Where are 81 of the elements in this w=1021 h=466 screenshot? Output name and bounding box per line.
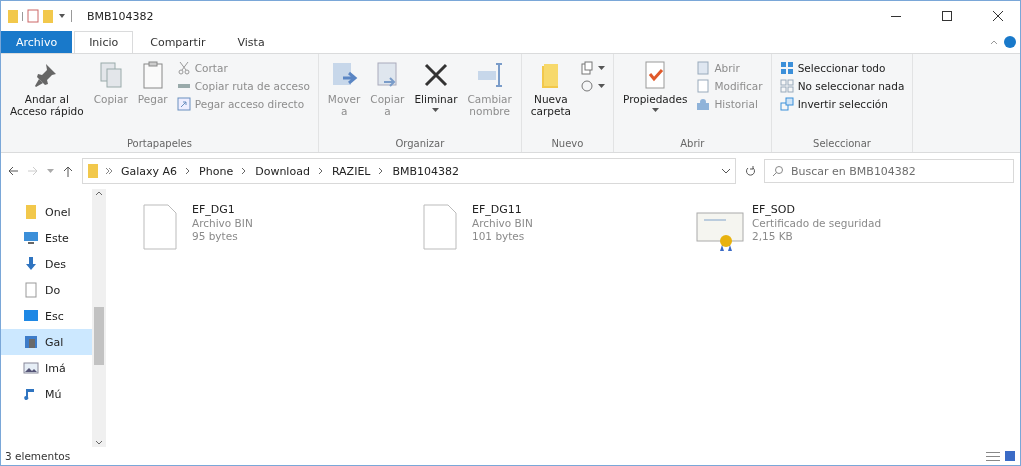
file-type: Archivo BIN	[472, 217, 533, 229]
forward-icon	[27, 165, 39, 177]
folder-icon	[23, 204, 39, 220]
caret-icon	[47, 169, 54, 173]
file-menu-button[interactable]: Archivo	[1, 31, 73, 53]
help-icon	[1004, 36, 1016, 48]
ribbon-icon-button[interactable]	[578, 78, 607, 94]
ribbon-button[interactable]: No seleccionar nada	[777, 78, 907, 94]
search-icon	[772, 165, 784, 177]
breadcrumb[interactable]: Download	[253, 164, 312, 178]
file-size: 101 bytes	[472, 230, 526, 242]
select-all-icon	[779, 61, 794, 75]
document-icon	[23, 282, 39, 298]
image-icon	[23, 360, 39, 376]
group-label: Nuevo	[550, 138, 585, 151]
ribbon-tab[interactable]: Inicio	[74, 31, 134, 53]
ribbon-button[interactable]: Andar al Acceso rápido	[7, 58, 87, 138]
breadcrumb[interactable]: BMB104382	[390, 164, 462, 178]
details-view-icon	[986, 450, 1000, 462]
sidebar-item[interactable]: Gal	[1, 329, 92, 355]
sidebar-item[interactable]: Imá	[1, 355, 92, 381]
scroll-up-icon	[95, 189, 103, 197]
sidebar-item[interactable]: Onel	[1, 199, 92, 225]
sidebar-item[interactable]: Des	[1, 251, 92, 277]
group-label: Seleccionar	[812, 138, 872, 151]
file-name: EF_DG11	[472, 203, 523, 216]
scroll-down-icon	[95, 439, 103, 447]
close-icon	[992, 11, 1003, 21]
scrollbar[interactable]	[92, 189, 106, 447]
refresh-icon	[744, 165, 756, 177]
maximize-icon	[941, 11, 952, 21]
caret-icon	[598, 66, 605, 70]
up-icon	[62, 165, 74, 177]
chevron-icon	[317, 167, 324, 175]
scissors-icon	[176, 61, 191, 75]
file-type: Archivo BIN	[192, 217, 253, 229]
group-label: Portapapeles	[125, 138, 193, 151]
folder-icon	[87, 163, 99, 179]
sidebar-item[interactable]: Este	[1, 225, 92, 251]
download-icon	[23, 256, 39, 272]
shortcut-icon	[176, 97, 191, 111]
breadcrumb[interactable]: RAZIEL	[329, 164, 373, 178]
back-icon	[7, 165, 19, 177]
open-icon	[696, 61, 711, 75]
chevron-icon	[378, 167, 385, 175]
scroll-thumb[interactable]	[94, 307, 104, 365]
ribbon-button[interactable]: Nueva carpeta	[527, 58, 574, 138]
search-field[interactable]: Buscar en BMB104382	[764, 159, 1014, 183]
group-label: Organizar	[394, 138, 446, 151]
group-label: Abrir	[679, 138, 706, 151]
file-size: 95 bytes	[192, 230, 239, 242]
breadcrumb[interactable]: Galaxy A6	[119, 164, 180, 178]
ribbon-button[interactable]: Eliminar	[411, 58, 461, 138]
chevron-icon	[241, 167, 248, 175]
sidebar-item[interactable]: Mú	[1, 381, 92, 407]
history-icon	[696, 97, 711, 111]
file-name: EF_SOD	[752, 203, 796, 216]
file-size: 2,15 KB	[752, 230, 794, 242]
new-item-icon	[580, 61, 594, 75]
file-type: Certificado de seguridad	[752, 217, 882, 229]
ribbon-button[interactable]: Invertir selección	[777, 96, 907, 112]
ribbon-icon-button[interactable]	[578, 60, 607, 76]
select-none-icon	[779, 79, 794, 93]
item-count: 3 elementos	[5, 450, 71, 462]
ribbon-button[interactable]: Seleccionar todo	[777, 60, 907, 76]
breadcrumb[interactable]: Phone	[197, 164, 236, 178]
invert-selection-icon	[779, 97, 794, 111]
monitor-icon	[23, 230, 39, 246]
caret-icon	[598, 84, 605, 88]
sidebar-item[interactable]: Do	[1, 277, 92, 303]
address-bar[interactable]: Galaxy A6 Phone Download RAZIEL BMB104382	[82, 158, 736, 184]
double-chevron-icon	[105, 167, 113, 175]
chevron-icon	[185, 167, 192, 175]
file-name: EF_DG1	[192, 203, 236, 216]
ribbon-button[interactable]: Propiedades	[620, 58, 691, 138]
chevron-down-icon	[721, 168, 731, 174]
desktop-icon	[23, 308, 39, 324]
sidebar-item[interactable]: Esc	[1, 303, 92, 329]
large-icons-view-icon	[1004, 450, 1016, 462]
collapse-ribbon-icon	[990, 39, 998, 45]
window-title: BMB104382	[87, 9, 155, 23]
